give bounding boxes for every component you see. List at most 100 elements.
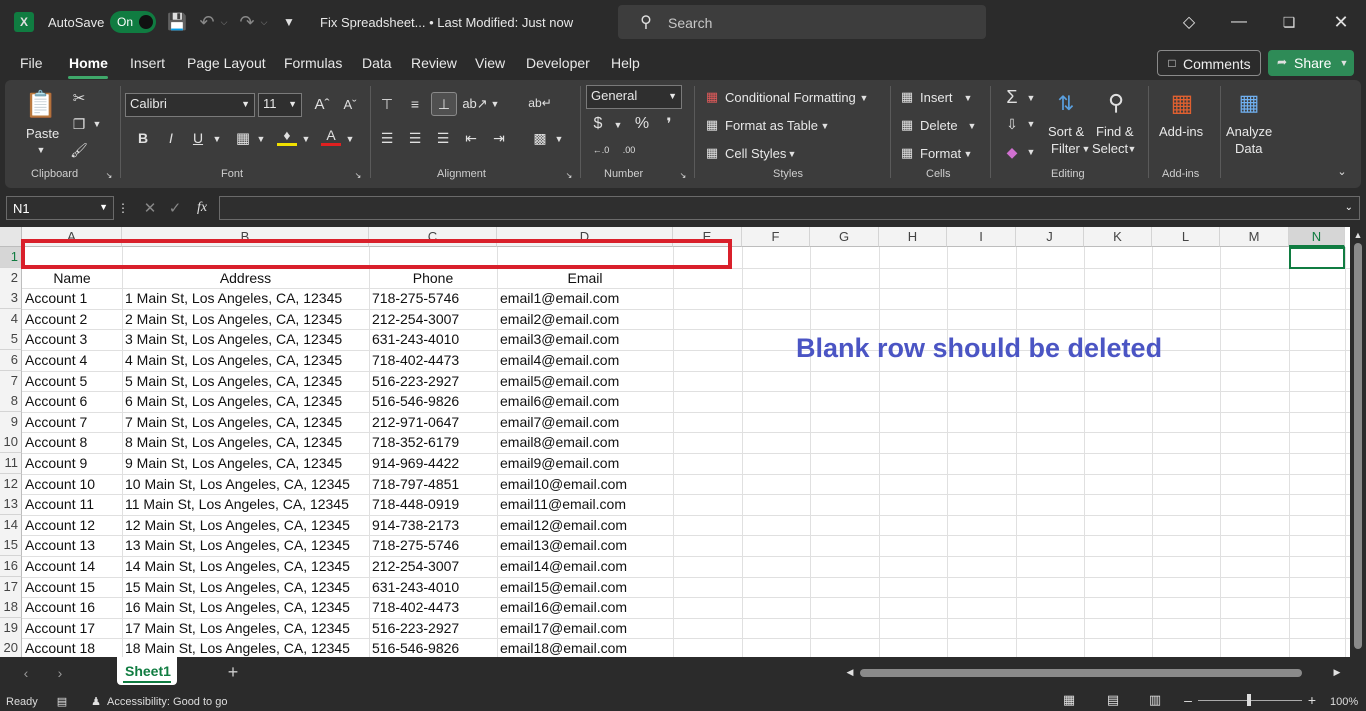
orientation-icon[interactable]: ab↗ bbox=[462, 94, 487, 114]
align-middle-icon[interactable]: ≡ bbox=[405, 94, 425, 114]
chevron-down-icon[interactable]: ▼ bbox=[1081, 143, 1091, 155]
data-cell[interactable]: Account 2 bbox=[22, 309, 122, 330]
row-header-13[interactable]: 13 bbox=[0, 494, 22, 516]
zoom-out-icon[interactable]: – bbox=[1182, 692, 1194, 708]
data-cell[interactable]: 18 Main St, Los Angeles, CA, 12345 bbox=[122, 638, 369, 657]
conditional-formatting-icon[interactable]: ▦ bbox=[703, 88, 721, 106]
cancel-entry-icon[interactable]: ✕ bbox=[141, 198, 159, 218]
column-header-m[interactable]: M bbox=[1220, 227, 1289, 247]
fill-dropdown-icon[interactable]: ▼ bbox=[1026, 118, 1036, 130]
cell-styles-icon[interactable]: ▦ bbox=[703, 144, 721, 162]
macro-record-icon[interactable]: ▤ bbox=[54, 694, 70, 708]
data-cell[interactable]: 12 Main St, Los Angeles, CA, 12345 bbox=[122, 515, 369, 536]
data-cell[interactable]: email16@email.com bbox=[497, 597, 673, 618]
formula-input[interactable]: ⌄ bbox=[219, 196, 1360, 220]
data-cell[interactable]: 9 Main St, Los Angeles, CA, 12345 bbox=[122, 453, 369, 474]
underline-icon[interactable]: U bbox=[188, 128, 208, 148]
data-cell[interactable]: email10@email.com bbox=[497, 474, 673, 495]
vertical-scrollbar[interactable]: ▲ bbox=[1350, 227, 1366, 657]
premium-diamond-icon[interactable]: ◇ bbox=[1178, 11, 1200, 33]
data-cell[interactable]: email13@email.com bbox=[497, 535, 673, 556]
font-color-icon[interactable]: A bbox=[321, 126, 341, 146]
data-cell[interactable]: 17 Main St, Los Angeles, CA, 12345 bbox=[122, 618, 369, 639]
clear-dropdown-icon[interactable]: ▼ bbox=[1026, 146, 1036, 158]
data-cell[interactable]: Account 14 bbox=[22, 556, 122, 577]
column-header-h[interactable]: H bbox=[879, 227, 947, 247]
name-box[interactable]: N1 ▼ bbox=[6, 196, 114, 220]
document-title[interactable]: Fix Spreadsheet... • Last Modified: Just… bbox=[320, 15, 573, 30]
currency-icon[interactable]: $ bbox=[590, 114, 606, 134]
data-cell[interactable]: 516-223-2927 bbox=[369, 618, 497, 639]
fill-icon[interactable]: ⇩ bbox=[1002, 114, 1022, 134]
data-cell[interactable]: Account 11 bbox=[22, 494, 122, 515]
format-as-table-icon[interactable]: ▦ bbox=[703, 116, 721, 134]
number-launcher-icon[interactable]: ↘ bbox=[678, 170, 688, 180]
row-header-3[interactable]: 3 bbox=[0, 288, 22, 310]
format-painter-icon[interactable]: 🖌 bbox=[69, 140, 89, 160]
data-cell[interactable]: Account 8 bbox=[22, 432, 122, 453]
data-cell[interactable]: 8 Main St, Los Angeles, CA, 12345 bbox=[122, 432, 369, 453]
data-cell[interactable]: email17@email.com bbox=[497, 618, 673, 639]
insert-function-icon[interactable]: fx bbox=[192, 198, 212, 218]
row-header-5[interactable]: 5 bbox=[0, 329, 22, 351]
data-cell[interactable]: 11 Main St, Los Angeles, CA, 12345 bbox=[122, 494, 369, 515]
data-cell[interactable]: email3@email.com bbox=[497, 329, 673, 350]
tab-file[interactable]: File bbox=[20, 55, 43, 71]
row-header-18[interactable]: 18 bbox=[0, 597, 22, 619]
data-cell[interactable]: Account 6 bbox=[22, 391, 122, 412]
row-header-7[interactable]: 7 bbox=[0, 370, 22, 392]
tab-help[interactable]: Help bbox=[611, 55, 640, 71]
data-cell[interactable]: Account 18 bbox=[22, 638, 122, 657]
data-cell[interactable]: Account 10 bbox=[22, 474, 122, 495]
column-header-l[interactable]: L bbox=[1152, 227, 1220, 247]
data-cell[interactable]: 718-275-5746 bbox=[369, 535, 497, 556]
fill-color-dropdown-icon[interactable]: ▼ bbox=[300, 133, 312, 145]
add-sheet-icon[interactable]: + bbox=[224, 662, 242, 682]
tab-developer[interactable]: Developer bbox=[526, 55, 590, 71]
data-cell[interactable]: 212-254-3007 bbox=[369, 309, 497, 330]
data-cell[interactable]: email9@email.com bbox=[497, 453, 673, 474]
accessibility-status[interactable]: Accessibility: Good to go bbox=[107, 696, 227, 708]
data-cell[interactable]: 5 Main St, Los Angeles, CA, 12345 bbox=[122, 371, 369, 392]
data-cell[interactable]: 718-352-6179 bbox=[369, 432, 497, 453]
paste-dropdown-icon[interactable]: ▼ bbox=[35, 144, 47, 156]
expand-formula-icon[interactable]: ⌄ bbox=[1345, 202, 1353, 213]
comma-style-icon[interactable]: ❜ bbox=[661, 114, 677, 134]
tab-insert[interactable]: Insert bbox=[130, 55, 165, 71]
currency-dropdown-icon[interactable]: ▼ bbox=[612, 119, 624, 131]
customize-toolbar-icon[interactable]: ▼ bbox=[280, 11, 298, 33]
font-family-dropdown[interactable]: Calibri ▼ bbox=[125, 93, 255, 117]
alignment-launcher-icon[interactable]: ↘ bbox=[564, 170, 574, 180]
row-header-6[interactable]: 6 bbox=[0, 350, 22, 371]
undo-dropdown-icon[interactable]: ⌵ bbox=[218, 11, 230, 33]
bold-icon[interactable]: B bbox=[133, 128, 153, 148]
scroll-up-icon[interactable]: ▲ bbox=[1352, 229, 1364, 241]
row-header-12[interactable]: 12 bbox=[0, 473, 22, 495]
copy-dropdown-icon[interactable]: ▼ bbox=[91, 118, 103, 130]
data-cell[interactable]: 4 Main St, Los Angeles, CA, 12345 bbox=[122, 350, 369, 371]
row-header-20[interactable]: 20 bbox=[0, 638, 22, 657]
data-cell[interactable]: email5@email.com bbox=[497, 371, 673, 392]
data-cell[interactable]: email4@email.com bbox=[497, 350, 673, 371]
data-cell[interactable]: email14@email.com bbox=[497, 556, 673, 577]
align-bottom-icon[interactable]: ⊥ bbox=[431, 92, 457, 116]
font-size-dropdown[interactable]: 11 ▼ bbox=[258, 93, 302, 117]
data-cell[interactable]: 15 Main St, Los Angeles, CA, 12345 bbox=[122, 577, 369, 598]
data-cell[interactable]: 516-223-2927 bbox=[369, 371, 497, 392]
data-cell[interactable]: 631-243-4010 bbox=[369, 577, 497, 598]
select-all-corner[interactable] bbox=[0, 227, 22, 247]
format-cells-button[interactable]: Format bbox=[920, 146, 961, 161]
sheet-tab-sheet1[interactable]: Sheet1 bbox=[117, 657, 177, 685]
sort-filter-label-1[interactable]: Sort & bbox=[1048, 124, 1084, 139]
autosave-toggle[interactable]: On bbox=[110, 11, 156, 33]
clipboard-launcher-icon[interactable]: ↘ bbox=[104, 170, 114, 180]
scroll-right-icon[interactable]: ▶ bbox=[1330, 665, 1344, 679]
data-cell[interactable]: email8@email.com bbox=[497, 432, 673, 453]
chevron-down-icon[interactable]: ▼ bbox=[963, 92, 973, 104]
insert-cells-button[interactable]: Insert bbox=[920, 90, 953, 105]
accessibility-icon[interactable]: ♟ bbox=[88, 694, 104, 708]
row-header-16[interactable]: 16 bbox=[0, 556, 22, 577]
row-header-14[interactable]: 14 bbox=[0, 514, 22, 536]
data-cell[interactable]: 914-969-4422 bbox=[369, 453, 497, 474]
scroll-left-icon[interactable]: ◀ bbox=[843, 665, 857, 679]
